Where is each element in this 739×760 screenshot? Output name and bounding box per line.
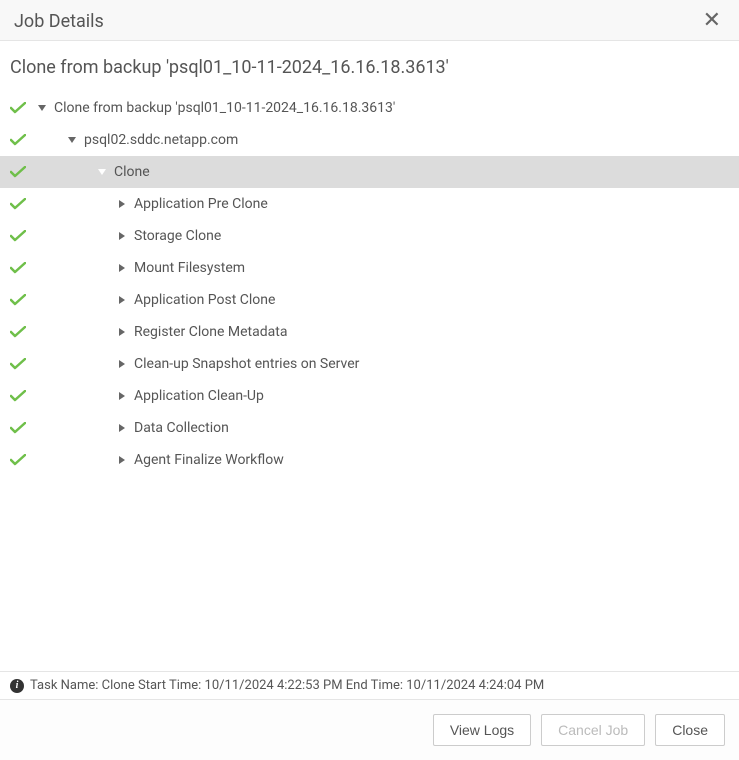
job-subtitle: Clone from backup 'psql01_10-11-2024_16.…	[0, 41, 739, 88]
tree-row-label: Clean-up Snapshot entries on Server	[134, 356, 729, 372]
expand-icon[interactable]	[116, 200, 128, 208]
close-icon[interactable]: ✕	[699, 10, 725, 32]
content-area: Clone from backup 'psql01_10-11-2024_16.…	[0, 41, 739, 671]
status-success-icon	[10, 358, 26, 370]
status-success-icon	[10, 454, 26, 466]
tree-row[interactable]: Clean-up Snapshot entries on Server	[0, 348, 739, 380]
status-success-icon	[10, 294, 26, 306]
status-text: Task Name: Clone Start Time: 10/11/2024 …	[30, 678, 544, 693]
expand-icon[interactable]	[116, 264, 128, 272]
expand-icon[interactable]	[116, 296, 128, 304]
status-success-icon	[10, 230, 26, 242]
status-success-icon	[10, 166, 26, 178]
tree-row-label: Application Pre Clone	[134, 196, 729, 212]
checkmark-icon	[10, 102, 26, 114]
status-success-icon	[10, 198, 26, 210]
checkmark-icon	[10, 198, 26, 210]
tree-row[interactable]: Application Pre Clone	[0, 188, 739, 220]
checkmark-icon	[10, 230, 26, 242]
tree-row[interactable]: Clone from backup 'psql01_10-11-2024_16.…	[0, 92, 739, 124]
status-success-icon	[10, 102, 26, 114]
checkmark-icon	[10, 134, 26, 146]
checkmark-icon	[10, 326, 26, 338]
tree-row-label: Register Clone Metadata	[134, 324, 729, 340]
tree-row-label: Clone from backup 'psql01_10-11-2024_16.…	[54, 100, 729, 116]
collapse-icon[interactable]	[36, 105, 48, 111]
info-icon: i	[10, 679, 24, 693]
tree-row[interactable]: Storage Clone	[0, 220, 739, 252]
dialog-footer: View Logs Cancel Job Close	[0, 699, 739, 760]
tree-row[interactable]: Agent Finalize Workflow	[0, 444, 739, 476]
checkmark-icon	[10, 390, 26, 402]
tree-row-label: Data Collection	[134, 420, 729, 436]
expand-icon[interactable]	[116, 360, 128, 368]
expand-icon[interactable]	[116, 424, 128, 432]
cancel-job-button[interactable]: Cancel Job	[541, 714, 645, 746]
tree-row-label: Mount Filesystem	[134, 260, 729, 276]
status-success-icon	[10, 390, 26, 402]
checkmark-icon	[10, 294, 26, 306]
job-tree: Clone from backup 'psql01_10-11-2024_16.…	[0, 88, 739, 476]
tree-row-label: Clone	[114, 164, 729, 180]
checkmark-icon	[10, 358, 26, 370]
status-success-icon	[10, 326, 26, 338]
checkmark-icon	[10, 262, 26, 274]
checkmark-icon	[10, 422, 26, 434]
status-success-icon	[10, 134, 26, 146]
tree-row[interactable]: Register Clone Metadata	[0, 316, 739, 348]
checkmark-icon	[10, 454, 26, 466]
tree-row[interactable]: psql02.sddc.netapp.com	[0, 124, 739, 156]
status-bar: i Task Name: Clone Start Time: 10/11/202…	[0, 671, 739, 699]
tree-row[interactable]: Application Clean-Up	[0, 380, 739, 412]
tree-row-label: Application Post Clone	[134, 292, 729, 308]
tree-row-label: Storage Clone	[134, 228, 729, 244]
close-button[interactable]: Close	[655, 714, 725, 746]
dialog-title: Job Details	[14, 11, 104, 32]
expand-icon[interactable]	[116, 456, 128, 464]
status-success-icon	[10, 262, 26, 274]
expand-icon[interactable]	[116, 328, 128, 336]
collapse-icon[interactable]	[96, 169, 108, 175]
status-success-icon	[10, 422, 26, 434]
expand-icon[interactable]	[116, 232, 128, 240]
checkmark-icon	[10, 166, 26, 178]
collapse-icon[interactable]	[66, 137, 78, 143]
view-logs-button[interactable]: View Logs	[433, 714, 531, 746]
tree-row-label: Agent Finalize Workflow	[134, 452, 729, 468]
tree-row-label: Application Clean-Up	[134, 388, 729, 404]
tree-row[interactable]: Mount Filesystem	[0, 252, 739, 284]
tree-row[interactable]: Clone	[0, 156, 739, 188]
expand-icon[interactable]	[116, 392, 128, 400]
tree-row-label: psql02.sddc.netapp.com	[84, 132, 729, 148]
tree-row[interactable]: Data Collection	[0, 412, 739, 444]
tree-row[interactable]: Application Post Clone	[0, 284, 739, 316]
dialog-header: Job Details ✕	[0, 0, 739, 41]
